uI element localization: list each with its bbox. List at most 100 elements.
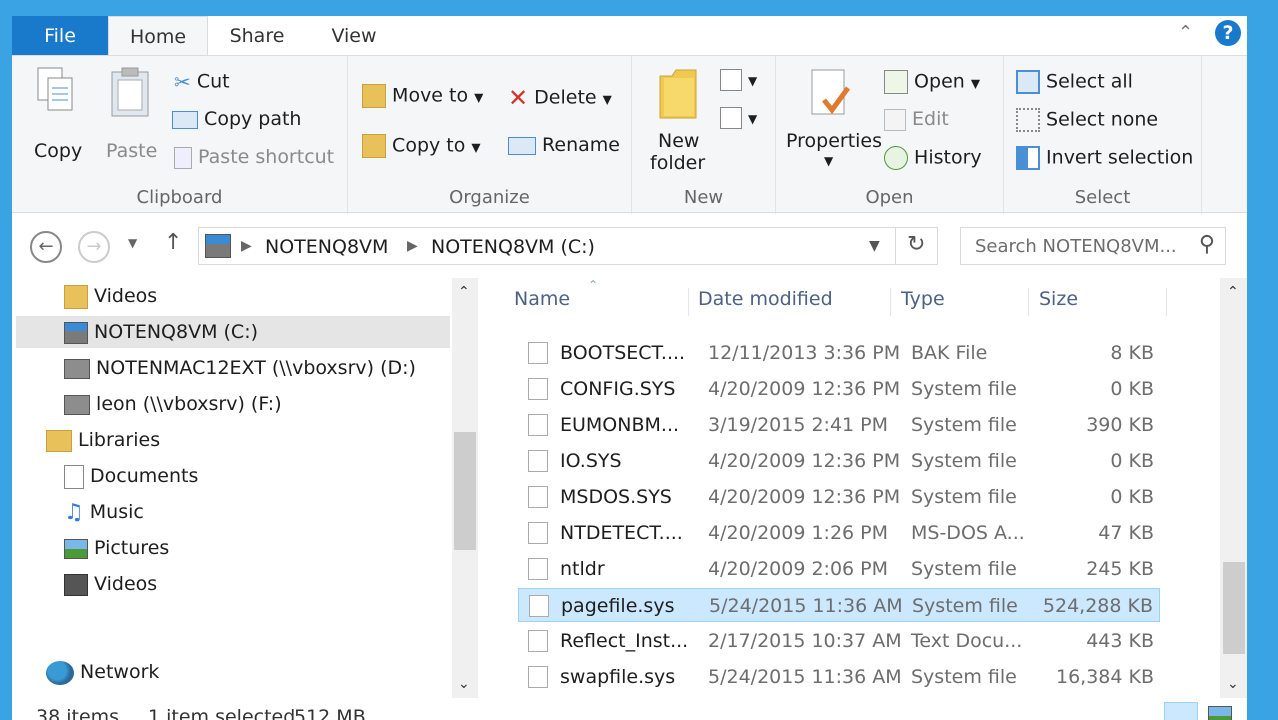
nav-item-label: Network <box>80 661 160 683</box>
table-row[interactable]: MSDOS.SYS 4/20/2009 12:36 PM System file 0 … <box>518 480 1160 514</box>
file-type: System file <box>911 378 1017 400</box>
forward-button[interactable]: → <box>78 231 110 263</box>
address-dropdown-icon[interactable]: ▼ <box>869 238 880 254</box>
column-separator[interactable] <box>890 288 891 316</box>
column-header-size[interactable]: Size <box>1039 288 1078 310</box>
select-group-label: Select <box>1074 187 1131 208</box>
back-button[interactable]: ← <box>30 231 62 263</box>
nav-item-d-drive[interactable]: NOTENMAC12EXT (\\vboxsrv) (D:) <box>64 352 416 384</box>
refresh-icon[interactable]: ↻ <box>907 232 925 257</box>
column-header-name[interactable]: Name <box>514 288 570 310</box>
recent-locations-icon[interactable]: ▼ <box>128 236 137 250</box>
nav-pane-scroll-thumb[interactable] <box>454 432 476 550</box>
breadcrumb-chevron-icon[interactable]: ▶ <box>407 238 418 254</box>
tab-view[interactable]: View <box>314 16 394 55</box>
file-size: 443 KB <box>1086 630 1154 652</box>
breadcrumb-drive[interactable]: NOTENQ8VM (C:) <box>431 236 595 258</box>
file-size: 8 KB <box>1110 342 1154 364</box>
nav-item-c-drive[interactable]: NOTENQ8VM (C:) <box>16 316 450 348</box>
nav-item-f-drive[interactable]: leon (\\vboxsrv) (F:) <box>64 388 282 420</box>
nav-item-libraries[interactable]: Libraries <box>46 424 160 456</box>
nav-pane-scrollbar[interactable]: ⌃ ⌄ <box>452 278 478 698</box>
breadcrumb-computer[interactable]: NOTENQ8VM <box>265 236 388 258</box>
copy-to-button[interactable]: Copy to ▼ <box>362 134 481 158</box>
nav-item-videos-library[interactable]: Videos <box>64 568 157 600</box>
file-size: 245 KB <box>1086 558 1154 580</box>
tab-home[interactable]: Home <box>108 16 208 56</box>
address-bar[interactable]: ▶ NOTENQ8VM ▶ NOTENQ8VM (C:) ▼ ↻ <box>198 227 938 265</box>
open-button[interactable]: Open ▼ <box>884 70 980 94</box>
move-folder-icon <box>362 84 386 108</box>
table-row[interactable]: pagefile.sys 5/24/2015 11:36 AM System fil… <box>518 588 1160 622</box>
collapse-ribbon-icon[interactable]: ⌃ <box>1178 22 1193 43</box>
search-box[interactable]: Search NOTENQ8VM... ⚲ <box>960 227 1226 265</box>
column-separator[interactable] <box>688 288 689 316</box>
search-icon[interactable]: ⚲ <box>1199 232 1215 257</box>
scroll-up-icon[interactable]: ⌃ <box>1227 284 1239 300</box>
up-arrow-icon[interactable]: ↑ <box>164 230 182 255</box>
nav-item-label: Music <box>89 501 144 523</box>
table-row[interactable]: BOOTSECT.... 12/11/2013 3:36 PM BAK File 8 … <box>518 336 1160 370</box>
select-all-button[interactable]: Select all <box>1016 70 1133 94</box>
easy-access-button[interactable]: ▼ <box>720 106 766 134</box>
rename-button[interactable]: Rename <box>508 134 620 156</box>
nav-item-music[interactable]: ♫ Music <box>64 496 144 528</box>
table-row[interactable]: NTDETECT.... 4/20/2009 1:26 PM MS-DOS A...… <box>518 516 1160 550</box>
column-header-date[interactable]: Date modified <box>698 288 833 310</box>
nav-item-label: leon (\\vboxsrv) (F:) <box>96 393 282 415</box>
nav-item-documents[interactable]: Documents <box>64 460 198 492</box>
new-folder-label-line2: folder <box>650 152 706 174</box>
copy-path-button[interactable]: Copy path <box>172 108 301 130</box>
file-icon <box>528 558 548 580</box>
select-none-button[interactable]: Select none <box>1016 108 1158 132</box>
table-row[interactable]: IO.SYS 4/20/2009 12:36 PM System file 0 KB <box>518 444 1160 478</box>
file-list-scrollbar[interactable]: ⌃ ⌄ <box>1220 278 1247 698</box>
file-type: System file <box>911 450 1017 472</box>
breadcrumb-chevron-icon[interactable]: ▶ <box>241 238 252 254</box>
nav-item-network[interactable]: Network <box>46 656 159 688</box>
network-icon <box>46 660 74 685</box>
documents-icon <box>64 464 84 489</box>
file-date: 4/20/2009 1:26 PM <box>708 522 889 544</box>
drive-icon <box>64 321 88 344</box>
table-row[interactable]: CONFIG.SYS 4/20/2009 12:36 PM System file 0… <box>518 372 1160 406</box>
select-all-icon <box>1016 70 1040 94</box>
file-type: MS-DOS A... <box>911 522 1025 544</box>
paste-shortcut-button[interactable]: Paste shortcut <box>174 146 334 169</box>
scroll-down-icon[interactable]: ⌄ <box>1227 676 1239 692</box>
details-view-icon[interactable] <box>1164 702 1198 720</box>
history-button[interactable]: History <box>884 146 982 170</box>
file-size: 0 KB <box>1110 450 1154 472</box>
nav-item-pictures[interactable]: Pictures <box>64 532 169 564</box>
file-date: 4/20/2009 12:36 PM <box>708 450 901 472</box>
cut-button[interactable]: ✂ Cut <box>174 70 230 94</box>
column-header-type[interactable]: Type <box>901 288 945 310</box>
move-to-button[interactable]: Move to ▼ <box>362 84 483 108</box>
new-item-button[interactable]: ▼ <box>720 68 766 96</box>
large-icons-view-icon[interactable] <box>1208 706 1232 720</box>
copy-button[interactable]: Copy <box>22 66 92 166</box>
table-row[interactable]: swapfile.sys 5/24/2015 11:36 AM System fil… <box>518 660 1160 694</box>
tab-share[interactable]: Share <box>216 16 298 55</box>
column-separator[interactable] <box>1028 288 1029 316</box>
properties-button[interactable]: Properties ▼ <box>782 66 882 180</box>
new-folder-button[interactable]: New folder <box>644 66 710 176</box>
scroll-down-icon[interactable]: ⌄ <box>458 676 470 692</box>
videos-icon <box>64 573 88 596</box>
edit-button[interactable]: Edit <box>884 108 949 131</box>
search-input[interactable]: Search NOTENQ8VM... <box>975 236 1177 257</box>
invert-selection-button[interactable]: Invert selection <box>1016 146 1193 170</box>
window-border-right <box>1247 0 1278 720</box>
paste-button[interactable]: Paste <box>100 66 160 166</box>
delete-button[interactable]: ✕ Delete ▼ <box>508 84 612 112</box>
scroll-up-icon[interactable]: ⌃ <box>458 284 470 300</box>
table-row[interactable]: Reflect_Inst... 2/17/2015 10:37 AM Text Do… <box>518 624 1160 658</box>
help-icon[interactable]: ? <box>1215 20 1241 46</box>
table-row[interactable]: EUMONBM... 3/19/2015 2:41 PM System file 39… <box>518 408 1160 442</box>
nav-item-videos[interactable]: Videos <box>64 280 157 312</box>
tab-file[interactable]: File <box>12 16 108 55</box>
file-list-scroll-thumb[interactable] <box>1223 562 1245 654</box>
move-to-label: Move to <box>392 84 469 107</box>
table-row[interactable]: ntldr 4/20/2009 2:06 PM System file 245 KB <box>518 552 1160 586</box>
column-separator[interactable] <box>1166 288 1167 316</box>
